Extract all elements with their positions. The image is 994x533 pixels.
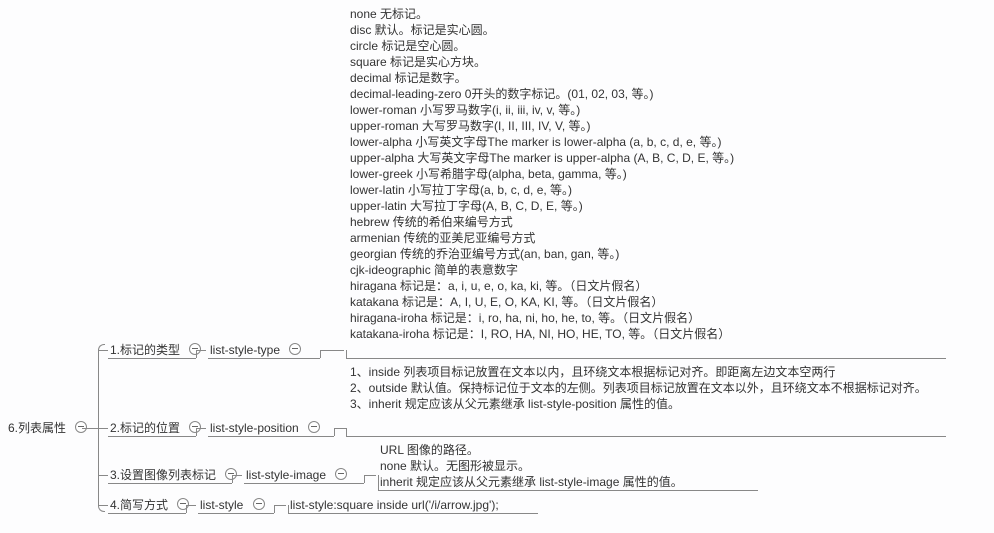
toggle-icon[interactable] xyxy=(177,498,189,510)
root-node[interactable]: 6.列表属性 xyxy=(8,420,87,436)
branch-shorthand-label: 4.简写方式 xyxy=(110,498,168,512)
prop-list-style-image: list-style-image xyxy=(246,468,326,482)
branch-image-label: 3.设置图像列表标记 xyxy=(110,468,216,482)
toggle-icon[interactable] xyxy=(308,421,320,433)
prop-list-style-position: list-style-position xyxy=(210,421,299,435)
list-style-position-values: 1、inside 列表项目标记放置在文本以内，且环绕文本根据标记对齐。即距离左边… xyxy=(350,364,950,412)
root-label: 6.列表属性 xyxy=(8,421,66,435)
toggle-icon[interactable] xyxy=(253,498,265,510)
prop-list-style-type: list-style-type xyxy=(210,343,280,357)
shorthand-example: list-style:square inside url('/i/arrow.j… xyxy=(290,498,499,512)
list-style-type-values: none 无标记。 disc 默认。标记是实心圆。 circle 标记是空心圆。… xyxy=(350,6,734,342)
branch-shorthand-example: list-style:square inside url('/i/arrow.j… xyxy=(290,497,499,513)
toggle-icon[interactable] xyxy=(335,468,347,480)
branch-position[interactable]: 2.标记的位置 xyxy=(110,420,201,436)
branch-image-prop[interactable]: list-style-image xyxy=(246,467,347,483)
branch-type-prop[interactable]: list-style-type xyxy=(210,342,301,358)
prop-list-style: list-style xyxy=(200,498,243,512)
branch-type[interactable]: 1.标记的类型 xyxy=(110,342,201,358)
toggle-icon[interactable] xyxy=(289,343,301,355)
branch-shorthand[interactable]: 4.简写方式 xyxy=(110,497,189,513)
list-style-image-values: URL 图像的路径。 none 默认。无图形被显示。 inherit 规定应该从… xyxy=(380,442,683,490)
branch-shorthand-prop[interactable]: list-style xyxy=(200,497,265,513)
branch-position-label: 2.标记的位置 xyxy=(110,421,180,435)
toggle-icon[interactable] xyxy=(75,421,87,433)
branch-type-label: 1.标记的类型 xyxy=(110,343,180,357)
branch-position-prop[interactable]: list-style-position xyxy=(210,420,320,436)
branch-image[interactable]: 3.设置图像列表标记 xyxy=(110,467,237,483)
